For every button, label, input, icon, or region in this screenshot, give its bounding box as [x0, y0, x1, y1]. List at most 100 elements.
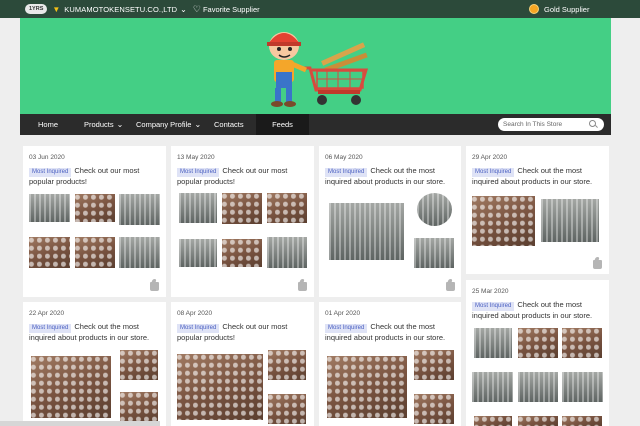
feed-card[interactable]: 03 Jun 2020 Most Inquired Check out our m… [23, 146, 166, 297]
product-thumbnail[interactable] [222, 193, 262, 224]
company-name[interactable]: KUMAMOTOKENSETU.CO.,LTD [64, 5, 177, 14]
nav-contacts[interactable]: Contacts [214, 114, 244, 135]
feed-card[interactable]: 06 May 2020 Most Inquired Check out the m… [319, 146, 461, 297]
most-inquired-tag: Most Inquired [325, 324, 368, 333]
nav-products-label: Products [84, 120, 114, 129]
most-inquired-tag: Most Inquired [29, 324, 72, 333]
product-thumbnail[interactable] [268, 394, 306, 424]
chevron-down-icon: ⌄ [116, 120, 124, 129]
nav-company-profile[interactable]: Company Profile ⌄ [136, 114, 201, 135]
feed-card[interactable]: 01 Apr 2020 Most Inquired Check out the m… [319, 302, 461, 426]
thumbs-up-icon[interactable] [446, 282, 455, 291]
product-thumbnail[interactable] [562, 416, 602, 426]
store-search[interactable] [498, 118, 604, 131]
nav-contacts-label: Contacts [214, 120, 244, 129]
product-thumbnail[interactable] [31, 356, 111, 418]
feed-description: Most Inquired Check out the most inquired… [472, 300, 603, 321]
most-inquired-tag: Most Inquired [472, 302, 515, 311]
thumbs-up-icon[interactable] [150, 282, 159, 291]
product-thumbnail[interactable] [267, 237, 307, 268]
product-thumbnail[interactable] [562, 372, 603, 402]
product-thumbnail[interactable] [414, 394, 454, 424]
feed-date: 29 Apr 2020 [472, 154, 508, 161]
product-thumbnail[interactable] [541, 199, 599, 242]
product-thumbnail[interactable] [120, 350, 158, 380]
product-thumbnail[interactable] [268, 350, 306, 380]
product-thumbnail[interactable] [414, 238, 454, 268]
product-thumbnail[interactable] [29, 237, 70, 268]
search-input[interactable] [503, 121, 589, 128]
crown-icon: ▼ [52, 4, 61, 14]
feed-date: 01 Apr 2020 [325, 310, 361, 317]
most-inquired-tag: Most Inquired [325, 168, 368, 177]
nav-company-profile-label: Company Profile [136, 120, 192, 129]
product-thumbnail[interactable] [179, 239, 217, 267]
product-thumbnail[interactable] [75, 237, 115, 268]
product-thumbnail[interactable] [119, 237, 160, 268]
thumbs-up-icon[interactable] [593, 260, 602, 269]
mascot-illustration [267, 32, 369, 107]
bottom-panel [0, 421, 160, 426]
feed-card[interactable]: 25 Mar 2020 Most Inquired Check out the m… [466, 280, 609, 426]
nav-products[interactable]: Products ⌄ [84, 114, 123, 135]
product-thumbnail[interactable] [222, 239, 262, 267]
product-thumbnail[interactable] [177, 354, 263, 420]
feed-date: 06 May 2020 [325, 154, 363, 161]
feed-card[interactable]: 13 May 2020 Most Inquired Check out our m… [171, 146, 314, 297]
heart-icon[interactable]: ♡ [193, 4, 201, 15]
product-thumbnail[interactable] [518, 372, 558, 402]
product-thumbnail[interactable] [562, 328, 602, 358]
feed-date: 25 Mar 2020 [472, 288, 509, 295]
product-thumbnail[interactable] [119, 194, 160, 225]
nav-feeds-label: Feeds [272, 120, 293, 129]
feed-description: Most Inquired Check out the most inquired… [325, 322, 455, 343]
feed-date: 08 Apr 2020 [177, 310, 213, 317]
feed-date: 22 Apr 2020 [29, 310, 65, 317]
feed-date: 13 May 2020 [177, 154, 215, 161]
feed-card[interactable]: 29 Apr 2020 Most Inquired Check out the m… [466, 146, 609, 274]
favorite-supplier-link[interactable]: Favorite Supplier [203, 5, 260, 14]
gold-supplier-label: Gold Supplier [544, 4, 590, 14]
product-thumbnail[interactable] [472, 372, 513, 402]
product-thumbnail[interactable] [417, 193, 452, 226]
most-inquired-tag: Most Inquired [177, 168, 220, 177]
feed-description: Most Inquired Check out the most inquired… [472, 166, 603, 187]
product-thumbnail[interactable] [518, 416, 558, 426]
most-inquired-tag: Most Inquired [472, 168, 515, 177]
thumbs-up-icon[interactable] [298, 282, 307, 291]
feed-description: Most Inquired Check out our most popular … [177, 322, 308, 343]
product-thumbnail[interactable] [75, 194, 115, 222]
nav-home[interactable]: Home [38, 114, 58, 135]
feed-card[interactable]: 08 Apr 2020 Most Inquired Check out our m… [171, 302, 314, 426]
feed-date: 03 Jun 2020 [29, 154, 65, 161]
feed-card[interactable]: 22 Apr 2020 Most Inquired Check out the m… [23, 302, 166, 426]
product-thumbnail[interactable] [327, 356, 407, 418]
product-thumbnail[interactable] [179, 193, 217, 223]
search-icon[interactable] [589, 120, 598, 129]
feed-description: Most Inquired Check out our most popular … [29, 166, 160, 187]
store-nav: Home Products ⌄ Company Profile ⌄ Contac… [20, 114, 611, 135]
product-thumbnail[interactable] [120, 392, 158, 422]
product-thumbnail[interactable] [472, 196, 535, 246]
top-bar: 1YRS ▼ KUMAMOTOKENSETU.CO.,LTD ⌄ ♡ Favor… [0, 0, 640, 18]
store-banner [20, 18, 611, 114]
product-thumbnail[interactable] [29, 194, 70, 222]
product-thumbnail[interactable] [518, 328, 558, 358]
most-inquired-tag: Most Inquired [29, 168, 72, 177]
nav-feeds[interactable]: Feeds [256, 114, 309, 135]
feed-description: Most Inquired Check out the most inquired… [325, 166, 455, 187]
product-thumbnail[interactable] [474, 328, 512, 358]
nav-home-label: Home [38, 120, 59, 129]
gold-supplier-badge: Gold Supplier [529, 4, 589, 14]
years-badge: 1YRS [25, 4, 48, 14]
feed-description: Most Inquired Check out our most popular … [177, 166, 308, 187]
product-thumbnail[interactable] [414, 350, 454, 380]
feed-description: Most Inquired Check out the most inquired… [29, 322, 160, 343]
chevron-down-icon: ⌄ [194, 120, 202, 129]
chevron-down-icon[interactable]: ⌄ [180, 5, 187, 14]
product-thumbnail[interactable] [474, 416, 512, 426]
product-thumbnail[interactable] [329, 203, 404, 260]
gold-medal-icon [529, 4, 539, 14]
most-inquired-tag: Most Inquired [177, 324, 220, 333]
product-thumbnail[interactable] [267, 193, 307, 223]
